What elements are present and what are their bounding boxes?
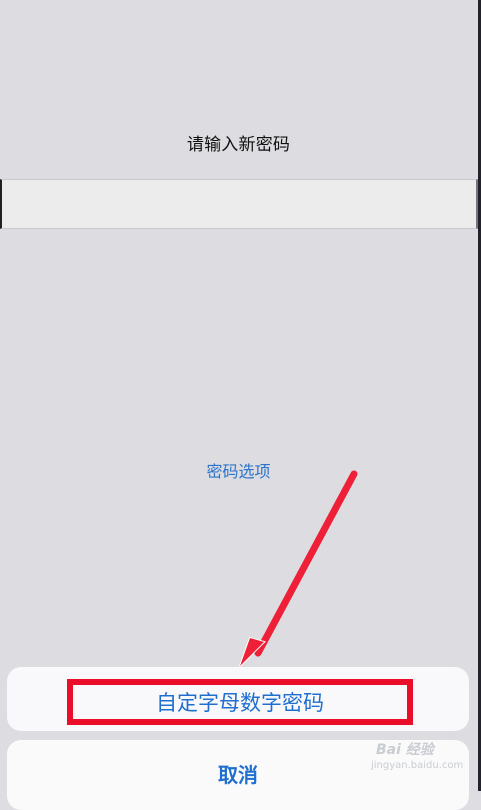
- password-options-link[interactable]: 密码选项: [0, 458, 477, 482]
- cancel-button[interactable]: 取消: [7, 752, 469, 794]
- custom-alphanumeric-password-option[interactable]: 自定字母数字密码: [67, 679, 413, 725]
- new-password-field[interactable]: [0, 179, 478, 229]
- new-password-prompt: 请输入新密码: [186, 135, 291, 155]
- passcode-screen: 请输入新密码 密码选项 自定字母数字密码 取消 Bai 经验 jingyan.b…: [0, 0, 481, 810]
